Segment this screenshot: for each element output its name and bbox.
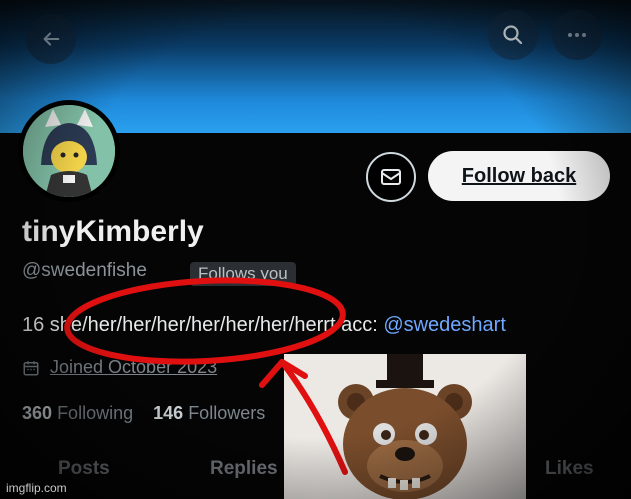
calendar-icon [23,360,39,375]
back-arrow-icon [43,32,60,46]
message-button[interactable] [366,152,416,202]
followers-link[interactable]: 146 Followers [153,403,265,423]
freddy-fazbear-overlay-image [284,354,526,499]
followers-count: 146 [153,403,184,423]
avatar [23,105,115,197]
envelope-icon [381,169,401,185]
more-icon [568,33,586,37]
tab-posts[interactable]: Posts [58,458,110,480]
joined-date: Joined October 2023 [22,357,217,378]
follow-back-button[interactable]: Follow back [428,151,610,201]
avatar-frame[interactable] [18,100,120,202]
display-name: tinyKimberly [22,215,204,248]
followers-label: Followers [188,403,266,423]
search-button[interactable] [488,10,538,60]
bio-suffix: rt acc: [323,314,378,336]
more-button[interactable] [552,10,602,60]
back-button[interactable] [26,14,76,64]
tab-likes[interactable]: Likes [545,458,594,480]
following-link[interactable]: 360 Following [22,403,133,423]
screenshot-frame: Follow back tinyKimberly @swedenfishe Fo… [0,0,631,499]
follow-back-label: Follow back [461,164,577,187]
tab-replies[interactable]: Replies [210,458,278,480]
following-label: Following [57,403,134,423]
follow-stats: 360 Following 146 Followers [22,403,265,424]
follows-you-badge: Follows you [190,262,296,286]
bio: 16 she/her/her/her/her/her/her/herrt acc… [22,314,506,337]
following-count: 360 [22,403,53,423]
watermark: imgflip.com [6,481,67,495]
joined-text: Joined October 2023 [50,357,218,377]
bio-link[interactable]: @swedeshart [383,314,506,336]
bio-text: 16 she/her/her/her/her/her/her/her [22,314,324,336]
search-icon [503,25,523,45]
username: @swedenfishe [22,260,147,281]
